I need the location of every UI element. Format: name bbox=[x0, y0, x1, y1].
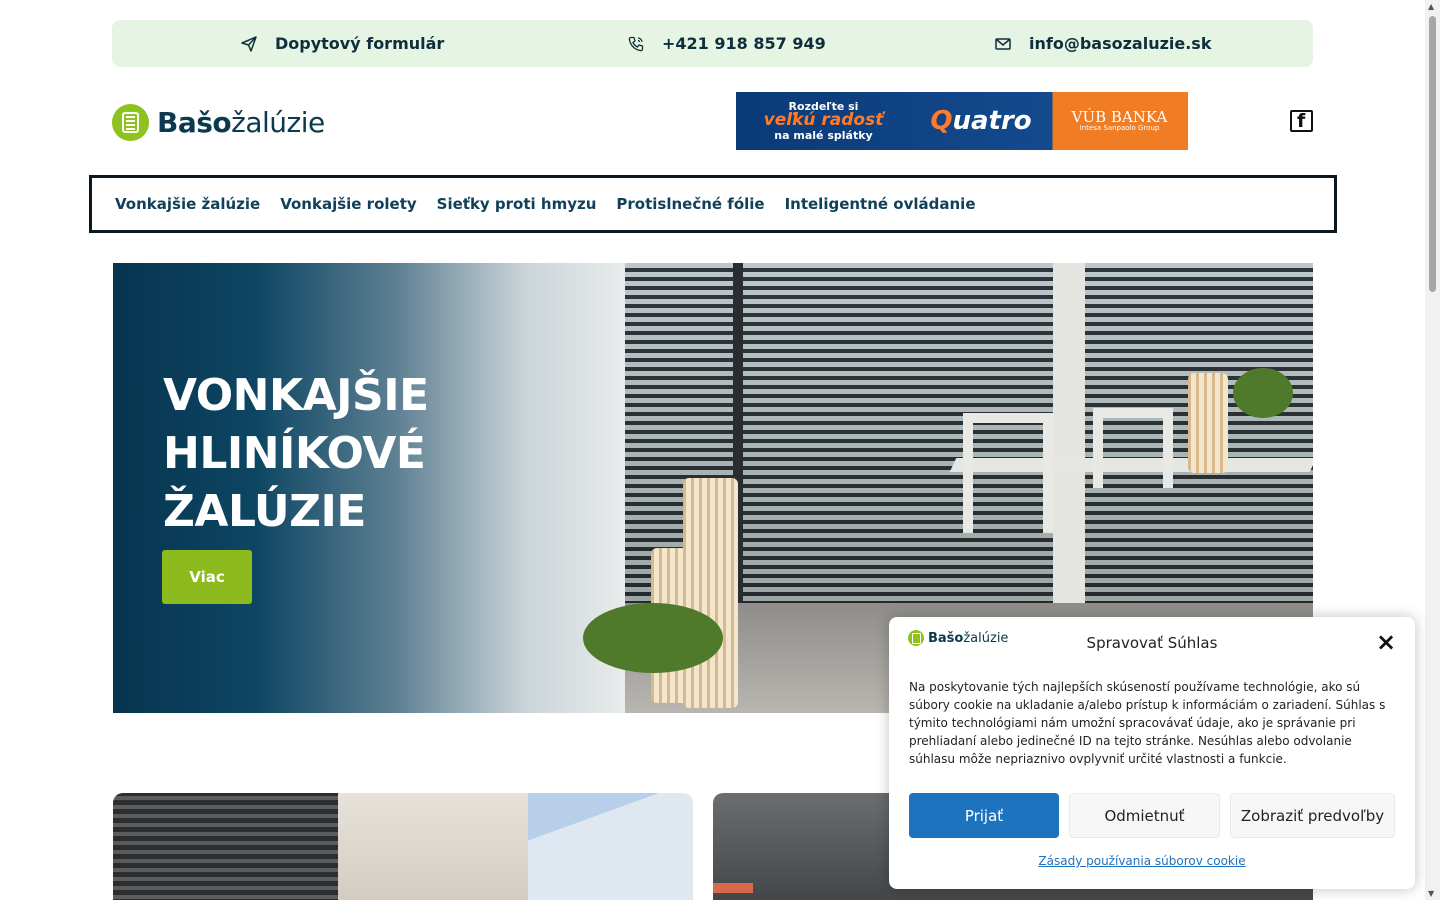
nav-item-insect-screens[interactable]: Sieťky proti hmyzu bbox=[437, 195, 597, 213]
preferences-button[interactable]: Zobraziť predvoľby bbox=[1230, 793, 1395, 838]
page-scrollbar[interactable]: ▲ ▼ bbox=[1425, 0, 1440, 900]
contact-bar: Dopytový formulár +421 918 857 949 info@… bbox=[112, 20, 1313, 67]
hero-photo-plant bbox=[1233, 368, 1293, 418]
nav-item-solar-films[interactable]: Protislnečné fólie bbox=[616, 195, 764, 213]
inquiry-form-link[interactable]: Dopytový formulár bbox=[241, 20, 444, 67]
email-link[interactable]: info@basozaluzie.sk bbox=[995, 20, 1211, 67]
main-navigation: Vonkajšie žalúzie Vonkajšie rolety Sieťk… bbox=[89, 175, 1337, 233]
hero-more-button[interactable]: Viac bbox=[162, 550, 252, 604]
scroll-down-arrow-icon[interactable]: ▼ bbox=[1428, 889, 1434, 898]
deny-button[interactable]: Odmietnuť bbox=[1069, 793, 1220, 838]
accept-button[interactable]: Prijať bbox=[909, 793, 1059, 838]
site-logo[interactable]: Bašožalúzie bbox=[112, 102, 325, 142]
cookie-policy-link[interactable]: Zásady používania súborov cookie bbox=[889, 854, 1395, 868]
phone-link[interactable]: +421 918 857 949 bbox=[628, 20, 826, 67]
paper-plane-icon bbox=[241, 35, 257, 52]
banner-bank-logo: VÚB BANKA Intesa Sanpaolo Group bbox=[1071, 107, 1168, 133]
product-card-image[interactable] bbox=[113, 793, 693, 900]
cookie-consent-dialog: Bašožalúzie Spravovať Súhlas × Na poskyt… bbox=[889, 617, 1415, 889]
close-icon[interactable]: × bbox=[1375, 630, 1397, 654]
banner-quatro-logo: Quatro bbox=[930, 106, 1032, 136]
hero-photo-chair bbox=[1093, 408, 1173, 488]
nav-item-external-shutters[interactable]: Vonkajšie rolety bbox=[280, 195, 416, 213]
promo-banner[interactable]: Rozdeľte si veľkú radosť na malé splátky… bbox=[736, 92, 1188, 150]
phone-icon bbox=[628, 36, 644, 51]
cookie-dialog-title: Spravovať Súhlas bbox=[1086, 634, 1218, 652]
inquiry-form-label: Dopytový formulár bbox=[275, 34, 445, 53]
hero-photo-pillar bbox=[1053, 263, 1085, 603]
nav-item-smart-control[interactable]: Inteligentné ovládanie bbox=[785, 195, 976, 213]
cookie-description: Na poskytovanie tých najlepších skúsenos… bbox=[909, 680, 1386, 766]
nav-item-external-blinds[interactable]: Vonkajšie žalúzie bbox=[115, 195, 260, 213]
scrollbar-thumb[interactable] bbox=[1429, 16, 1436, 292]
facebook-icon[interactable]: f bbox=[1290, 110, 1313, 132]
envelope-icon bbox=[995, 37, 1011, 50]
hero-photo-lantern bbox=[1188, 373, 1228, 473]
email-address: info@basozaluzie.sk bbox=[1029, 34, 1212, 53]
phone-number: +421 918 857 949 bbox=[662, 34, 826, 53]
hero-title: VONKAJŠIE HLINÍKOVÉ ŽALÚZIE bbox=[163, 370, 429, 537]
hero-photo-chair bbox=[963, 413, 1053, 533]
banner-slogan: Rozdeľte si veľkú radosť na malé splátky bbox=[763, 99, 884, 142]
logo-text: Bašožalúzie bbox=[157, 105, 325, 139]
scroll-up-arrow-icon[interactable]: ▲ bbox=[1428, 2, 1434, 11]
logo-mark-icon bbox=[112, 103, 149, 141]
hero-photo-plant bbox=[583, 603, 723, 673]
